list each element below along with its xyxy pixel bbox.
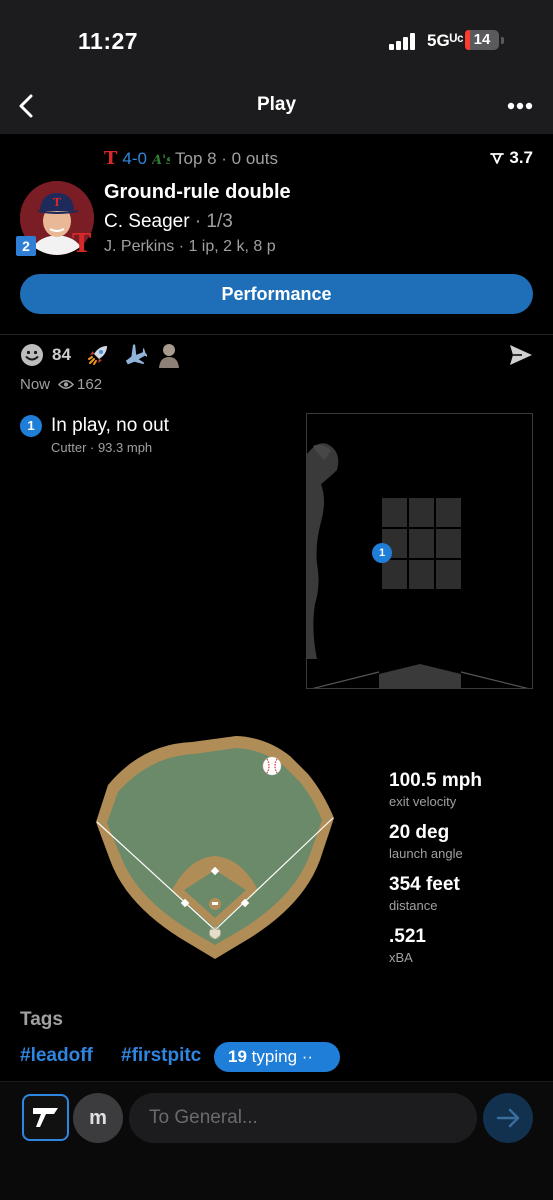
stat-value: 354 feet: [389, 874, 460, 895]
pitcher-line[interactable]: J. Perkins · 1 ip, 2 k, 8 p: [104, 238, 276, 256]
stat-label: xBA: [389, 950, 413, 965]
team-logo: T: [72, 229, 92, 259]
smile-count: 84: [52, 345, 71, 364]
page-title: Play: [256, 94, 297, 115]
stat-distance: 354 feet distance: [389, 874, 460, 913]
message-input[interactable]: [129, 1093, 477, 1143]
pitch-location-marker: 1: [372, 543, 392, 563]
user-avatar[interactable]: m: [73, 1093, 123, 1143]
stat-label: launch angle: [389, 846, 463, 861]
eye-icon: [58, 380, 75, 389]
stat-value: 20 deg: [389, 822, 450, 843]
person-emoji-icon[interactable]: [157, 342, 181, 368]
stat-value: 100.5 mph: [389, 770, 482, 791]
athletics-logo-icon: A's: [152, 153, 170, 167]
spray-chart-field[interactable]: [94, 730, 336, 962]
send-button[interactable]: [483, 1093, 533, 1143]
jersey-number-badge: 2: [16, 236, 36, 256]
batter-line[interactable]: C. Seager · 1/3: [104, 211, 233, 233]
win-probability: 3.7: [490, 148, 533, 168]
view-count: 162: [77, 376, 103, 393]
pitch-detail: Cutter · 93.3 mph: [51, 440, 153, 455]
status-time: 11:27: [78, 28, 139, 54]
batter-stats: · 1/3: [194, 211, 233, 232]
tag-leadoff[interactable]: #leadoff: [20, 1045, 93, 1067]
win-probability-value: 3.7: [509, 148, 533, 167]
ellipsis-icon[interactable]: [507, 102, 533, 110]
stat-exit-velocity: 100.5 mph exit velocity: [389, 770, 482, 809]
rangers-logo: T: [104, 148, 118, 169]
score: 4-0: [122, 148, 147, 168]
pitch-result: In play, no out: [51, 415, 169, 436]
smile-icon[interactable]: [20, 343, 44, 367]
typing-indicator[interactable]: 19 typing ··: [214, 1042, 340, 1072]
baseball-field-diagram: [96, 736, 334, 959]
stat-xba: .521 xBA: [389, 926, 426, 965]
tags-heading: Tags: [20, 1009, 63, 1030]
divider: [0, 334, 553, 335]
airplane-icon[interactable]: [121, 342, 147, 368]
share-send-icon[interactable]: [509, 344, 533, 366]
battery-icon: 14: [465, 30, 499, 50]
stat-value: .521: [389, 926, 426, 947]
inning-status: Top 8 · 0 outs: [174, 148, 278, 168]
baseball-icon: [262, 756, 282, 776]
signal-icon: [389, 32, 419, 50]
stat-label: exit velocity: [389, 794, 457, 809]
pitch-number-badge: 1: [20, 415, 42, 437]
batter-name: C. Seager: [104, 211, 190, 232]
game-score-line[interactable]: T 4-0 A's Top 8 · 0 outs: [104, 148, 278, 169]
network-type: 5Gᵁᶜ: [427, 31, 464, 50]
stat-label: distance: [389, 898, 438, 913]
strike-zone-view[interactable]: [306, 413, 533, 689]
svg-text:T: T: [53, 196, 62, 209]
arrow-right-icon: [496, 1108, 520, 1128]
reactions-bar: 84: [20, 342, 181, 368]
app-logo-icon: [33, 1108, 58, 1127]
status-bar: 11:27 5Gᵁᶜ 14: [0, 0, 553, 76]
battery-cap: [501, 37, 504, 44]
typing-count: 19: [228, 1047, 247, 1066]
post-time: Now: [20, 376, 51, 393]
play-title: Ground-rule double: [104, 181, 291, 203]
wp-icon: [490, 153, 505, 164]
stat-launch-angle: 20 deg launch angle: [389, 822, 463, 861]
battery-level: 14: [473, 31, 491, 48]
performance-button[interactable]: Performance: [20, 274, 533, 314]
strike-zone-diagram: [307, 443, 529, 688]
post-meta: Now 162: [20, 376, 102, 393]
typing-label: typing ··: [251, 1047, 314, 1066]
svg-text:A's: A's: [152, 153, 170, 167]
nav-bar: Play: [0, 76, 553, 134]
rocket-icon[interactable]: [85, 342, 111, 368]
app-logo-button[interactable]: [22, 1094, 69, 1141]
tag-firstpitch[interactable]: #firstpitc: [121, 1045, 201, 1067]
